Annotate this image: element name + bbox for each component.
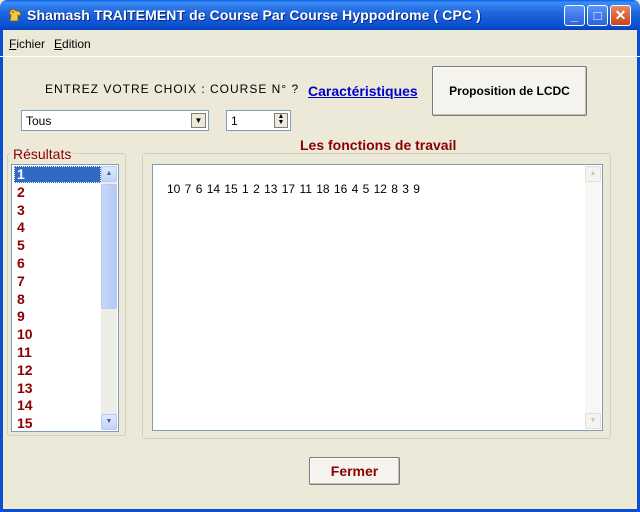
scroll-up-icon: ▲	[585, 166, 601, 182]
chevron-down-icon[interactable]: ▼	[191, 113, 206, 128]
spinner-buttons[interactable]: ▲ ▼	[274, 113, 288, 128]
menu-edition[interactable]: Edition	[54, 37, 91, 51]
list-item[interactable]: 2	[14, 184, 101, 201]
list-item[interactable]: 7	[14, 273, 101, 290]
minimize-button[interactable]: _	[564, 5, 585, 26]
functions-scrollbar: ▲ ▼	[585, 166, 601, 429]
course-prompt-label: ENTREZ VOTRE CHOIX : COURSE N° ?	[45, 82, 300, 96]
scroll-down-icon[interactable]: ▼	[101, 414, 117, 430]
title-bar[interactable]: Shamash TRAITEMENT de Course Par Course …	[0, 0, 640, 30]
choice-combobox[interactable]: Tous ▼	[21, 110, 209, 131]
menu-edition-label: dition	[62, 37, 91, 51]
list-item[interactable]: 10	[14, 326, 101, 343]
proposition-lcdc-button[interactable]: Proposition de LCDC	[432, 66, 587, 116]
list-item[interactable]: 9	[14, 308, 101, 325]
list-item[interactable]: 4	[14, 219, 101, 236]
list-item[interactable]: 1	[14, 166, 101, 183]
list-item[interactable]: 5	[14, 237, 101, 254]
menu-fichier[interactable]: Fichier	[9, 37, 45, 51]
functions-textarea[interactable]: 10 7 6 14 15 1 2 13 17 11 18 16 4 5 12 8…	[152, 164, 603, 431]
list-item[interactable]: 11	[14, 344, 101, 361]
course-number-value: 1	[231, 114, 238, 128]
results-scrollbar[interactable]: ▲ ▼	[101, 166, 117, 430]
list-item[interactable]: 3	[14, 202, 101, 219]
list-item[interactable]: 12	[14, 362, 101, 379]
list-item[interactable]: 6	[14, 255, 101, 272]
window-title: Shamash TRAITEMENT de Course Par Course …	[27, 7, 481, 23]
scroll-up-icon[interactable]: ▲	[101, 166, 117, 182]
list-item[interactable]: 15	[14, 415, 101, 431]
results-group-label: Résultats	[11, 146, 74, 162]
caracteristiques-link[interactable]: Caractéristiques	[308, 83, 418, 99]
window-frame-left	[0, 30, 3, 512]
list-item[interactable]: 13	[14, 380, 101, 397]
functions-text: 10 7 6 14 15 1 2 13 17 11 18 16 4 5 12 8…	[167, 182, 420, 196]
list-item[interactable]: 14	[14, 397, 101, 414]
functions-group-label: Les fonctions de travail	[300, 137, 457, 153]
horse-icon	[8, 8, 22, 22]
close-window-button[interactable]: ✕	[610, 5, 631, 26]
list-item[interactable]: 8	[14, 291, 101, 308]
menu-fichier-label: ichier	[16, 37, 46, 51]
scrollbar-thumb[interactable]	[101, 184, 117, 309]
menu-edition-accel: E	[54, 37, 63, 51]
course-number-spinner[interactable]: 1 ▲ ▼	[226, 110, 291, 131]
maximize-button[interactable]: □	[587, 5, 608, 26]
spinner-down-icon[interactable]: ▼	[278, 119, 285, 126]
results-listbox[interactable]: 1 2 3 4 5 6 7 8 9 10 11 12 13 14 15 ▲ ▼	[11, 164, 119, 432]
fermer-button[interactable]: Fermer	[309, 457, 400, 485]
choice-combobox-value: Tous	[26, 114, 52, 128]
scroll-down-icon: ▼	[585, 413, 601, 429]
menu-bar: Fichier Edition	[0, 30, 640, 57]
